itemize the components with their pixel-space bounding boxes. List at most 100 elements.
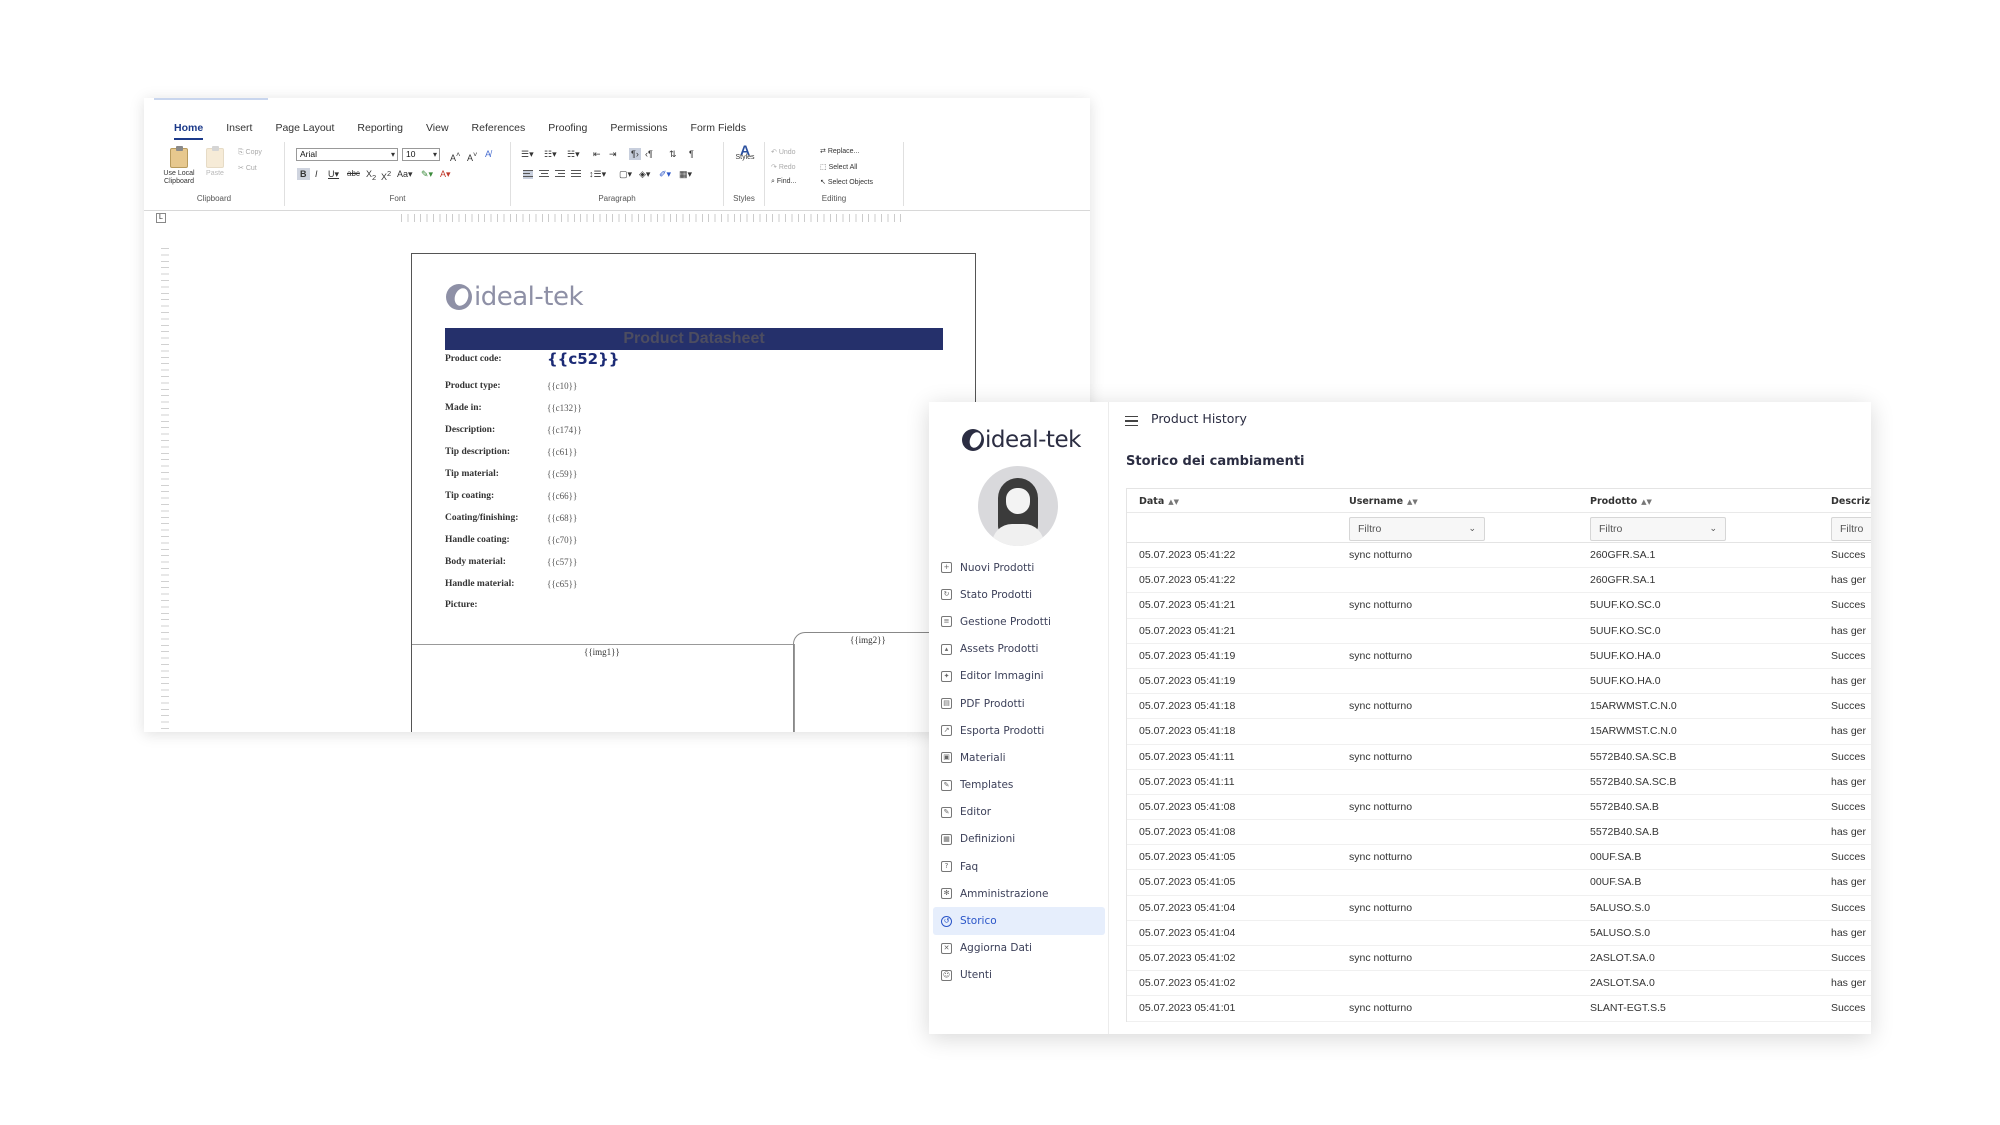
sort-icon[interactable]: ▲▼ bbox=[1168, 498, 1179, 506]
clear-format-icon[interactable]: A̸ bbox=[485, 148, 491, 160]
app-logo[interactable]: ideal-tek bbox=[962, 427, 1081, 453]
table-row[interactable]: 05.07.2023 05:41:02 2ASLOT.SA.0 has ger bbox=[1127, 971, 1871, 997]
tab-page-layout[interactable]: Page Layout bbox=[275, 122, 334, 140]
cut-button[interactable]: ✂ Cut bbox=[238, 164, 257, 172]
table-row[interactable]: 05.07.2023 05:41:19 5UUF.KO.HA.0 has ger bbox=[1127, 669, 1871, 695]
sidebar-item-templates[interactable]: ✎ Templates bbox=[933, 772, 1105, 799]
use-local-clipboard-button[interactable]: Use Local Clipboard bbox=[162, 146, 196, 186]
sidebar-item-stato-prodotti[interactable]: ↻ Stato Prodotti bbox=[933, 581, 1105, 608]
table-row[interactable]: 05.07.2023 05:41:19 sync notturno 5UUF.KO.… bbox=[1127, 644, 1871, 669]
table-row[interactable]: 05.07.2023 05:41:18 sync notturno 15ARWMST… bbox=[1127, 694, 1871, 720]
table-row[interactable]: 05.07.2023 05:41:21 sync notturno 5UUF.KO.… bbox=[1127, 593, 1871, 619]
align-left-icon[interactable] bbox=[523, 170, 533, 179]
font-size-select[interactable]: 10 bbox=[402, 148, 440, 161]
rtl-icon[interactable]: ‹¶ bbox=[645, 148, 653, 160]
column-header-username[interactable]: Username ▲▼ bbox=[1349, 496, 1418, 507]
shading-icon[interactable]: ◈▾ bbox=[639, 168, 650, 180]
sidebar-item-assets-prodotti[interactable]: ▴ Assets Prodotti bbox=[933, 636, 1105, 663]
italic-icon[interactable]: I bbox=[315, 168, 318, 180]
table-row[interactable]: 05.07.2023 05:41:21 5UUF.KO.SC.0 has ger bbox=[1127, 619, 1871, 644]
ltr-icon[interactable]: ¶› bbox=[629, 148, 641, 160]
avatar[interactable] bbox=[978, 466, 1058, 546]
sidebar-item-nuovi-prodotti[interactable]: + Nuovi Prodotti bbox=[933, 554, 1105, 581]
justify-icon[interactable] bbox=[571, 170, 581, 179]
align-right-icon[interactable] bbox=[555, 170, 565, 179]
table-row[interactable]: 05.07.2023 05:41:22 260GFR.SA.1 has ger bbox=[1127, 568, 1871, 594]
document-page[interactable]: ideal-tek Product Datasheet Product code… bbox=[411, 253, 977, 732]
sidebar-item-materiali[interactable]: ▣ Materiali bbox=[933, 744, 1105, 771]
sidebar-item-editor[interactable]: ✎ Editor bbox=[933, 799, 1105, 826]
redo-button[interactable]: ↷ Redo bbox=[771, 163, 796, 171]
styles-button[interactable]: A Styles bbox=[730, 143, 760, 162]
column-header-prodotto[interactable]: Prodotto ▲▼ bbox=[1590, 496, 1652, 507]
superscript-icon[interactable]: X2 bbox=[381, 168, 391, 183]
column-header-data[interactable]: Data ▲▼ bbox=[1139, 496, 1179, 507]
column-filter-select[interactable]: Filtro ⌄ bbox=[1590, 517, 1726, 541]
replace-button[interactable]: ⇄ Replace... bbox=[820, 147, 859, 155]
shrink-font-icon[interactable]: A˅ bbox=[467, 149, 477, 164]
sidebar-item-editor-immagini[interactable]: ✦ Editor Immagini bbox=[933, 663, 1105, 690]
underline-icon[interactable]: U▾ bbox=[328, 168, 339, 180]
sidebar-item-pdf-prodotti[interactable]: ▤ PDF Prodotti bbox=[933, 690, 1105, 717]
sidebar-item-faq[interactable]: ? Faq bbox=[933, 853, 1105, 880]
paste-button[interactable]: Paste bbox=[204, 146, 226, 178]
font-color-icon[interactable]: A▾ bbox=[440, 168, 451, 180]
change-case-icon[interactable]: Aa▾ bbox=[397, 168, 413, 180]
column-header-descrizi[interactable]: Descrizi bbox=[1831, 496, 1871, 507]
sort-icon[interactable]: ⇅ bbox=[669, 148, 677, 160]
menu-icon[interactable] bbox=[1125, 416, 1138, 426]
horizontal-ruler[interactable]: L bbox=[144, 210, 1090, 224]
sidebar-item-storico[interactable]: ↺ Storico bbox=[933, 907, 1105, 935]
sort-icon[interactable]: ▲▼ bbox=[1407, 498, 1418, 506]
tab-references[interactable]: References bbox=[472, 122, 526, 140]
vertical-ruler[interactable] bbox=[161, 248, 169, 732]
table-row[interactable]: 05.07.2023 05:41:05 00UF.SA.B has ger bbox=[1127, 870, 1871, 896]
tab-home[interactable]: Home bbox=[174, 122, 204, 140]
strikethrough-icon[interactable]: abc bbox=[347, 168, 360, 180]
align-center-icon[interactable] bbox=[539, 170, 549, 179]
font-family-select[interactable]: Arial bbox=[296, 148, 398, 161]
sidebar-item-amministrazione[interactable]: ✻ Amministrazione bbox=[933, 880, 1105, 907]
column-filter-select[interactable]: Filtro ⌄ bbox=[1349, 517, 1485, 541]
tab-form-fields[interactable]: Form Fields bbox=[691, 122, 746, 140]
find-button[interactable]: ⌕ Find... bbox=[771, 178, 796, 186]
line-spacing-icon[interactable]: ↕☰▾ bbox=[589, 168, 606, 180]
tab-view[interactable]: View bbox=[426, 122, 449, 140]
select-objects-button[interactable]: ↖ Select Objects bbox=[820, 178, 873, 186]
table-row[interactable]: 05.07.2023 05:41:02 sync notturno 2ASLOT.S… bbox=[1127, 946, 1871, 972]
table-row[interactable]: 05.07.2023 05:41:04 sync notturno 5ALUSO.S… bbox=[1127, 896, 1871, 921]
table-row[interactable]: 05.07.2023 05:41:22 sync notturno 260GFR.S… bbox=[1127, 543, 1871, 569]
tab-stop-icon[interactable]: L bbox=[156, 213, 166, 223]
highlight-icon[interactable]: ✎▾ bbox=[421, 168, 433, 180]
image-placeholder-1[interactable]: {{img1}} bbox=[412, 644, 795, 732]
sidebar-item-definizioni[interactable]: ▦ Definizioni bbox=[933, 826, 1105, 853]
table-row[interactable]: 05.07.2023 05:41:08 5572B40.SA.B has ger bbox=[1127, 820, 1871, 846]
table-row[interactable]: 05.07.2023 05:41:05 sync notturno 00UF.SA.… bbox=[1127, 845, 1871, 871]
pen-color-icon[interactable]: ✐▾ bbox=[659, 168, 671, 180]
tab-permissions[interactable]: Permissions bbox=[610, 122, 667, 140]
table-row[interactable]: 05.07.2023 05:41:04 5ALUSO.S.0 has ger bbox=[1127, 921, 1871, 946]
table-row[interactable]: 05.07.2023 05:41:11 sync notturno 5572B40.… bbox=[1127, 745, 1871, 770]
sidebar-item-aggiorna-dati[interactable]: ✕ Aggiorna Dati bbox=[933, 935, 1105, 962]
select-all-button[interactable]: ⬚ Select All bbox=[820, 163, 857, 171]
column-filter-select[interactable]: Filtro bbox=[1831, 517, 1871, 541]
tab-reporting[interactable]: Reporting bbox=[357, 122, 403, 140]
sidebar-item-gestione-prodotti[interactable]: ≡ Gestione Prodotti bbox=[933, 608, 1105, 635]
decrease-indent-icon[interactable]: ⇤ bbox=[593, 148, 601, 160]
numbering-icon[interactable]: ☷▾ bbox=[544, 148, 557, 160]
table-row[interactable]: 05.07.2023 05:41:08 sync notturno 5572B40.… bbox=[1127, 795, 1871, 821]
tab-proofing[interactable]: Proofing bbox=[548, 122, 587, 140]
borders-icon[interactable]: ▢▾ bbox=[619, 168, 632, 180]
table-row[interactable]: 05.07.2023 05:41:11 5572B40.SA.SC.B has ge… bbox=[1127, 770, 1871, 795]
sort-icon[interactable]: ▲▼ bbox=[1641, 498, 1652, 506]
table-row[interactable]: 05.07.2023 05:41:18 15ARWMST.C.N.0 has ger bbox=[1127, 719, 1871, 745]
pilcrow-icon[interactable]: ¶ bbox=[689, 148, 694, 160]
tab-insert[interactable]: Insert bbox=[226, 122, 252, 140]
bold-icon[interactable]: B bbox=[297, 168, 310, 180]
bullets-icon[interactable]: ☰▾ bbox=[521, 148, 534, 160]
sidebar-item-esporta-prodotti[interactable]: ↗ Esporta Prodotti bbox=[933, 717, 1105, 744]
table-row[interactable]: 05.07.2023 05:41:01 sync notturno SLANT-EG… bbox=[1127, 996, 1871, 1022]
grow-font-icon[interactable]: A˄ bbox=[450, 149, 460, 164]
undo-button[interactable]: ↶ Undo bbox=[771, 148, 796, 156]
multilevel-list-icon[interactable]: ☵▾ bbox=[567, 148, 580, 160]
